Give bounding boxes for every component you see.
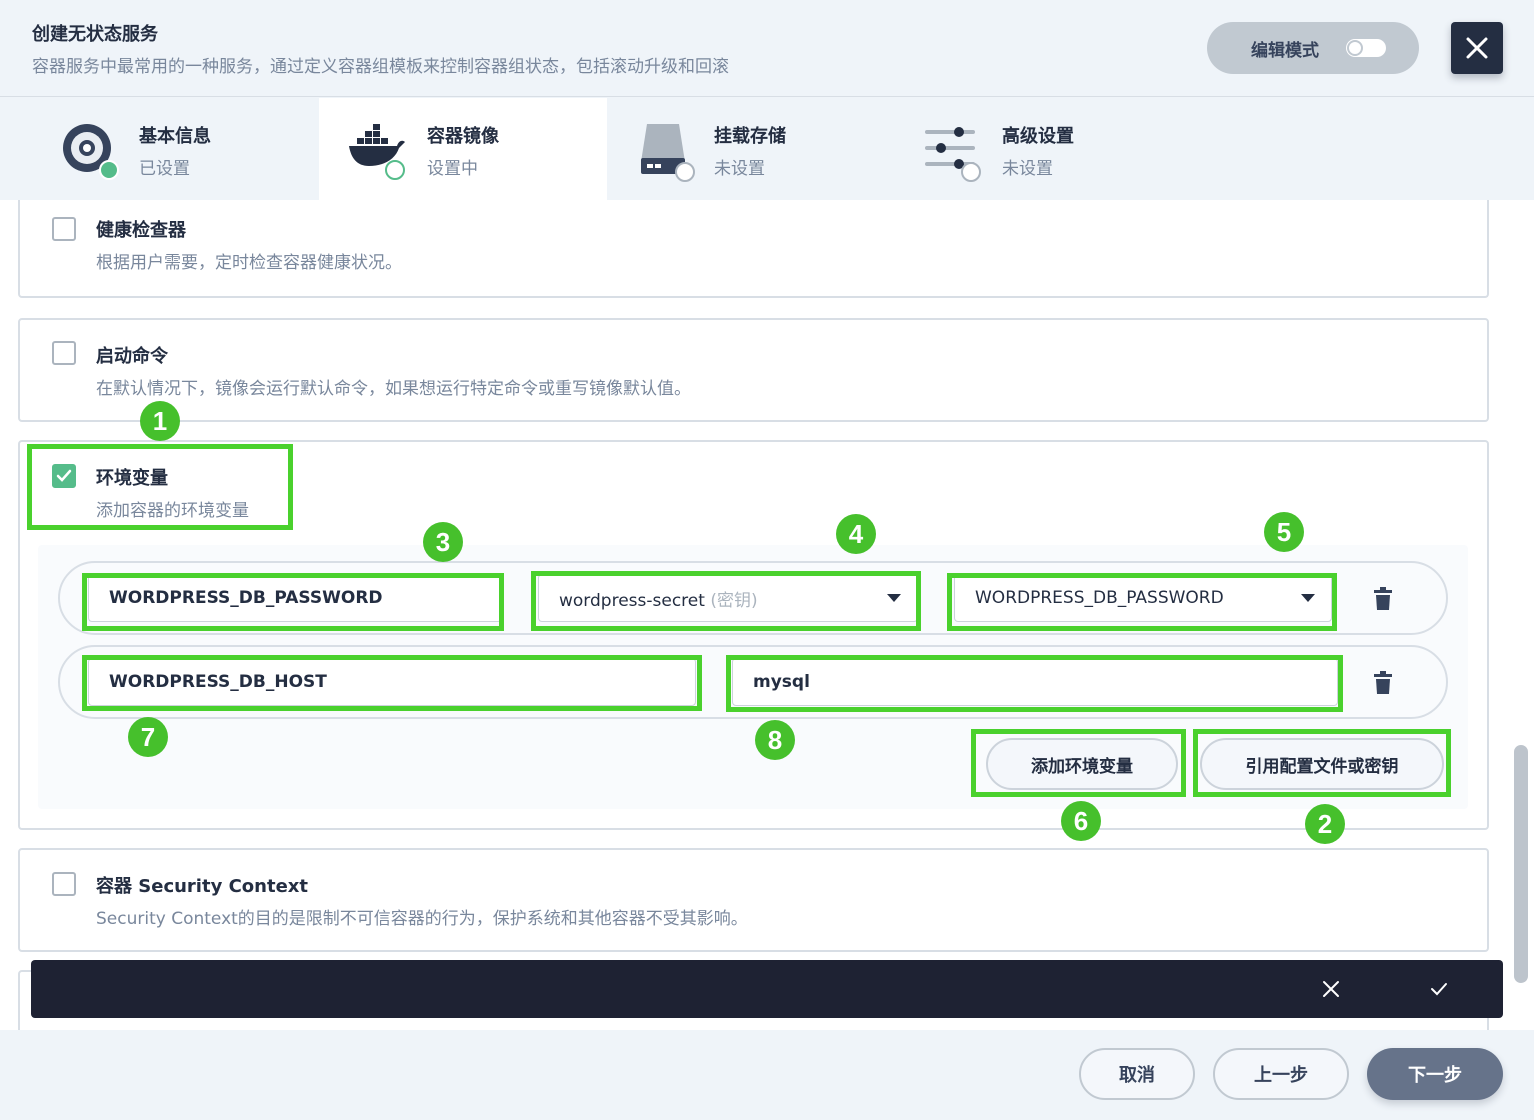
card-title: 健康检查器 [96,220,186,241]
add-env-var-button[interactable]: 添加环境变量 [986,738,1178,790]
check-icon[interactable] [1427,977,1451,1001]
close-button[interactable] [1451,22,1503,74]
secret-type: (密钥) [710,590,758,611]
toggle-switch[interactable] [1346,39,1386,57]
edit-mode-label: 编辑模式 [1251,40,1319,61]
security-context-checkbox[interactable] [52,872,76,896]
card-title: 容器 Security Context [96,872,308,898]
secret-select[interactable]: wordpress-secret (密钥) [538,574,918,622]
status-pending-dot [675,162,695,182]
env-vars-card: 环境变量 添加容器的环境变量 WORDPRESS_DB_PASSWORD wor… [18,440,1489,830]
trash-icon[interactable] [1372,587,1394,611]
page-title: 创建无状态服务 [32,24,158,45]
step-status: 已设置 [139,159,190,179]
card-description: 添加容器的环境变量 [96,501,249,521]
scrollbar[interactable] [1514,745,1528,983]
card-title-text: 容器 Security Context [96,876,308,897]
env-value-input[interactable]: mysql [732,658,1338,706]
step-title: 容器镜像 [427,126,499,147]
card-description: Security Context的目的是限制不可信容器的行为，保护系统和其他容器… [96,909,748,929]
start-command-checkbox[interactable] [52,341,76,365]
secret-key-select[interactable]: WORDPRESS_DB_PASSWORD [954,574,1332,622]
docker-icon [347,122,405,180]
annotation-badge: 2 [1305,804,1345,844]
annotation-badge: 6 [1061,801,1101,841]
edit-mode-toggle-button[interactable]: 编辑模式 [1207,22,1419,74]
card-description: 在默认情况下，镜像会运行默认命令，如果想运行特定命令或重写镜像默认值。 [96,379,691,399]
form-content: 健康检查器 根据用户需要，定时检查容器健康状况。 启动命令 在默认情况下，镜像会… [0,200,1534,1030]
annotation-badge: 8 [755,720,795,760]
confirm-bar [31,960,1503,1018]
next-step-button[interactable]: 下一步 [1367,1048,1503,1100]
annotation-badge: 3 [423,522,463,562]
security-context-card: 容器 Security Context Security Context的目的是… [18,848,1489,952]
cancel-button[interactable]: 取消 [1079,1048,1195,1100]
tab-container-image[interactable]: 容器镜像 设置中 [319,98,607,200]
annotation-badge: 7 [128,717,168,757]
env-vars-checkbox[interactable] [52,464,76,488]
disk-icon [61,122,119,180]
health-check-card: 健康检查器 根据用户需要，定时检查容器健康状况。 [18,200,1489,298]
status-pending-dot [961,162,981,182]
step-status: 设置中 [427,159,478,179]
env-name-input[interactable]: WORDPRESS_DB_PASSWORD [88,574,502,622]
page-description: 容器服务中最常用的一种服务，通过定义容器组模板来控制容器组状态，包括滚动升级和回… [32,57,729,77]
modal-header: 创建无状态服务 容器服务中最常用的一种服务，通过定义容器组模板来控制容器组状态，… [0,0,1534,97]
trash-icon[interactable] [1372,671,1394,695]
chevron-down-icon [887,594,901,602]
secret-select-value: wordpress-secret (密钥) [559,586,758,611]
toggle-knob [1347,40,1363,56]
card-title: 环境变量 [96,468,168,489]
sliders-icon [925,122,981,182]
card-title: 启动命令 [96,346,168,367]
env-row: WORDPRESS_DB_PASSWORD wordpress-secret (… [58,561,1448,635]
card-description: 根据用户需要，定时检查容器健康状况。 [96,253,402,273]
tab-advanced-settings[interactable]: 高级设置 未设置 [895,98,1183,200]
close-icon[interactable] [1319,977,1343,1001]
step-status: 未设置 [714,159,765,179]
tab-basic-info[interactable]: 基本信息 已设置 [31,98,319,200]
check-icon [56,469,72,482]
prev-step-button[interactable]: 上一步 [1213,1048,1349,1100]
tab-mount-storage[interactable]: 挂载存储 未设置 [607,98,895,200]
env-row: WORDPRESS_DB_HOST mysql [58,645,1448,719]
step-status: 未设置 [1002,159,1053,179]
start-command-card: 启动命令 在默认情况下，镜像会运行默认命令，如果想运行特定命令或重写镜像默认值。 [18,318,1489,422]
annotation-badge: 5 [1264,512,1304,552]
annotation-badge: 4 [836,514,876,554]
step-title: 挂载存储 [714,126,786,147]
status-done-dot [99,160,119,180]
secret-key-value: WORDPRESS_DB_PASSWORD [975,588,1224,608]
step-tabs: 基本信息 已设置 容器镜像 设置中 挂载存储 未设置 高级设置 未设置 [0,98,1534,200]
chevron-down-icon [1301,594,1315,602]
modal-footer: 取消 上一步 下一步 [0,1030,1534,1120]
storage-icon [639,122,695,182]
env-name-input[interactable]: WORDPRESS_DB_HOST [88,658,696,706]
health-check-checkbox[interactable] [52,217,76,241]
close-icon [1466,37,1488,59]
status-active-dot [385,160,405,180]
step-title: 基本信息 [139,126,211,147]
step-title: 高级设置 [1002,126,1074,147]
secret-name: wordpress-secret [559,590,705,611]
reference-config-button[interactable]: 引用配置文件或密钥 [1200,738,1444,790]
env-vars-list: WORDPRESS_DB_PASSWORD wordpress-secret (… [38,545,1468,809]
annotation-badge: 1 [140,401,180,441]
